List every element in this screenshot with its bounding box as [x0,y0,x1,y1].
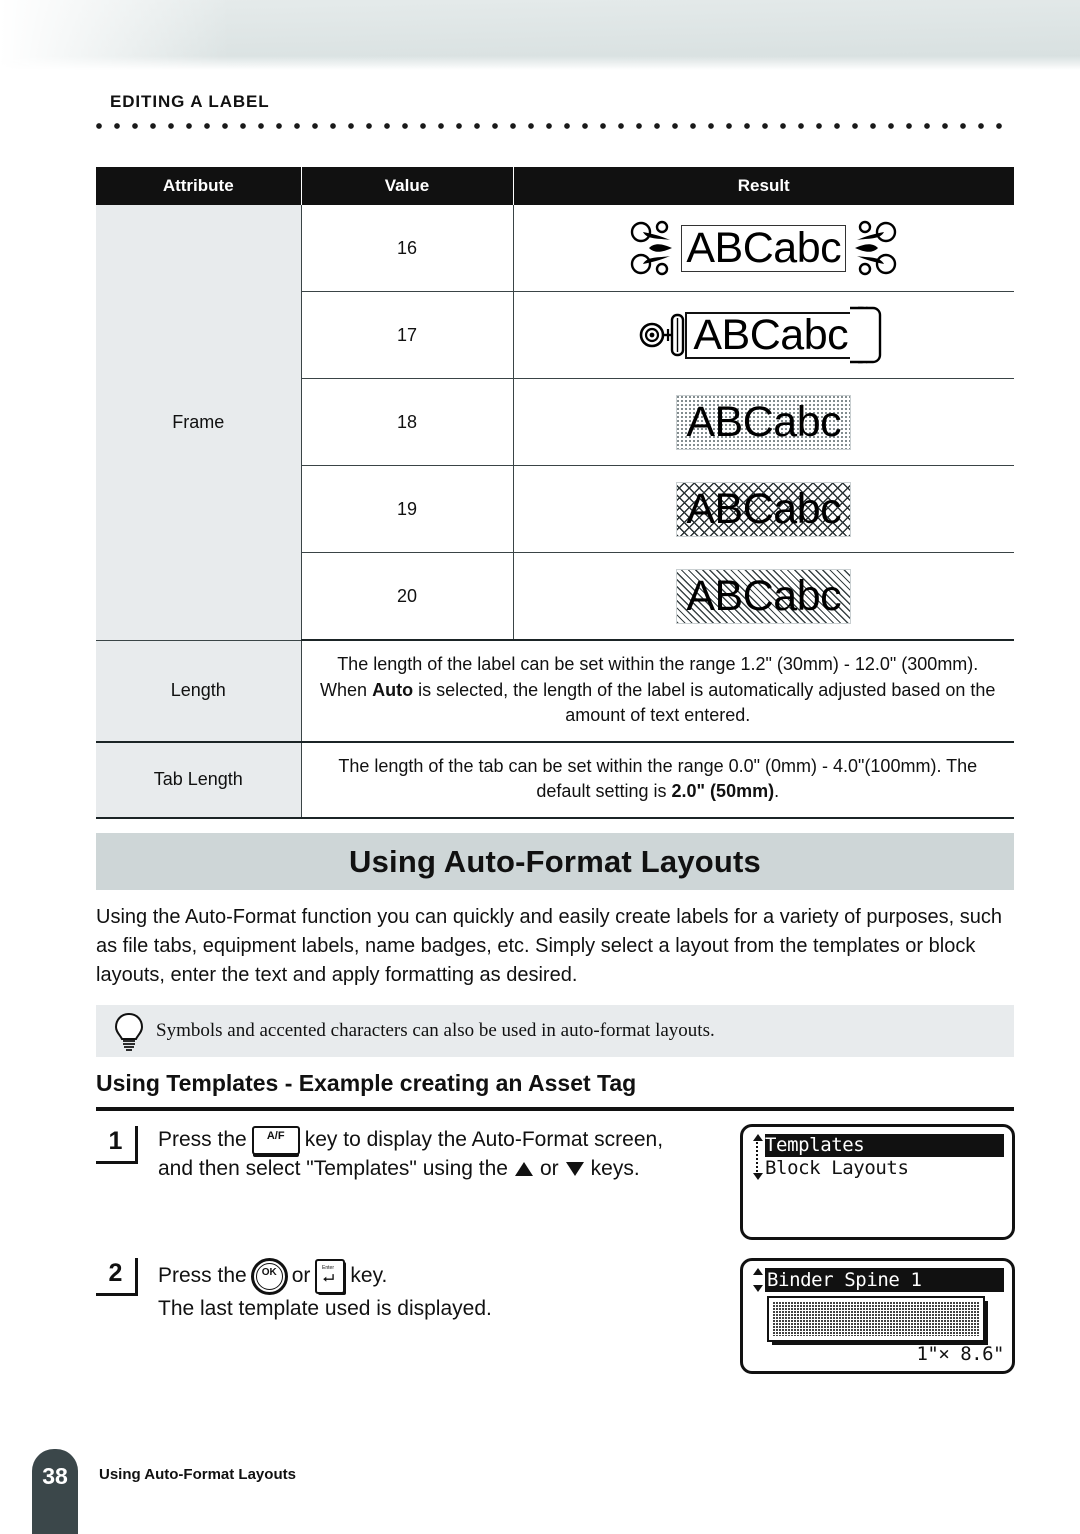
attribute-cell-frame: Frame [96,205,302,641]
template-title: Binder Spine 1 [765,1268,1004,1292]
eyelet-icon [640,313,685,357]
value-cell: 19 [301,465,514,553]
ornament-left-icon [631,220,673,276]
scroll-track [756,1142,760,1172]
step-2-text-after: key. [350,1264,388,1288]
tip-box: Symbols and accented characters can also… [96,1005,1014,1057]
sub-heading-rule [96,1107,1014,1111]
list-item[interactable]: Block Layouts [765,1157,1004,1180]
scroll-up-arrow-icon [753,1134,763,1141]
step-1-line2-before: and then select "Templates" using the [158,1157,508,1180]
page-stack-icon [850,306,882,364]
arrow-up-icon [514,1162,533,1177]
tip-text: Symbols and accented characters can also… [156,1020,715,1041]
frame-box-17: ABCabc [685,310,851,359]
step-1-line2-after: keys. [590,1157,640,1180]
attribute-table: Attribute Value Result Frame 16 ABCabc 1… [96,167,1014,819]
column-header-attribute: Attribute [96,167,302,205]
table-header-row: Attribute Value Result [96,167,1014,205]
preview-fill [773,1302,979,1336]
tab-desc-bold: 2.0" (50mm) [671,781,775,802]
result-cell: ABCabc [513,378,1014,466]
value-cell: 17 [301,291,514,379]
table-row: Frame 16 ABCabc [96,205,1014,641]
step-2-line2: The last template used is displayed. [158,1297,492,1320]
scroll-indicator [751,1268,765,1292]
ok-key-icon[interactable] [250,1258,288,1295]
attribute-cell-tab-length: Tab Length [96,741,302,819]
lcd-list: Templates Block Layouts [765,1134,1004,1180]
footer-chapter-label: Using Auto-Format Layouts [99,1466,296,1483]
section-intro: Using the Auto-Format function you can q… [96,906,1003,987]
frame-sample-19: ABCabc [676,481,852,537]
value-cell: 18 [301,378,514,466]
page-number: 38 [42,1463,68,1489]
value-cell: 20 [301,552,514,641]
step-1-text-before: Press the [158,1128,247,1152]
step-2-text-before: Press the [158,1264,247,1288]
page-header-banner [0,0,1080,70]
length-description: The length of the label can be set withi… [301,640,1014,743]
result-cell: ABCabc [513,291,1014,379]
frame-sample-20: ABCabc [676,568,852,624]
frame-sample-17: ABCabc [639,304,888,366]
step-1-text-after: key to display the Auto-Format screen, [304,1128,664,1152]
scroll-indicator [751,1134,765,1180]
arrow-down-icon [565,1162,584,1177]
sample-text: ABCabc [686,223,842,272]
list-item[interactable]: Templates [765,1134,1004,1157]
frame-box-16: ABCabc [681,223,847,272]
lcd-1-content: Templates Block Layouts [751,1134,1004,1180]
step-1-line2-mid: or [539,1157,559,1180]
sample-text: ABCabc [686,571,842,620]
running-head: EDITING A LABEL [110,92,270,111]
value-cell: 16 [301,205,514,292]
table-row: Tab Length The length of the tab can be … [96,741,1014,819]
column-header-result: Result [513,167,1014,205]
scroll-up-arrow-icon [753,1268,763,1275]
header-fade-bottom [0,56,1080,70]
lcd-2-title-row: Binder Spine 1 [751,1268,1004,1292]
step-number-1: 1 [96,1126,138,1164]
page-number-tab: 38 [32,1449,78,1534]
lcd-screen-2: Binder Spine 1 1"× 8.6" [740,1258,1015,1374]
tab-desc-part2: . [774,781,780,802]
step-number-2: 2 [96,1258,138,1296]
table-row: Length The length of the label can be se… [96,640,1014,743]
ornament-right-icon [855,220,897,276]
result-cell: ABCabc [513,552,1014,641]
svg-text:Enter: Enter [322,1265,334,1271]
scroll-down-arrow-icon [753,1173,763,1180]
section-title: Using Auto-Format Layouts [348,843,761,879]
lightbulb-icon [114,1012,144,1051]
attribute-cell-length: Length [96,640,302,743]
dotted-rule [96,123,1014,133]
length-desc-part2: is selected, the length of the label is … [413,679,996,726]
section-banner: Using Auto-Format Layouts [96,833,1014,890]
frame-sample-16: ABCabc [629,218,898,278]
label-preview [767,1296,985,1342]
sub-heading: Using Templates - Example creating an As… [96,1070,637,1096]
scroll-down-arrow-icon [753,1285,763,1292]
label-dimensions: 1"× 8.6" [916,1343,1004,1365]
sample-text: ABCabc [693,310,849,359]
length-desc-bold: Auto [372,679,414,700]
lcd-screen-1: Templates Block Layouts [740,1124,1015,1240]
frame-sample-18: ABCabc [676,394,852,450]
af-key-icon[interactable]: A/F [251,1126,300,1155]
tab-desc-part1: The length of the tab can be set within … [338,755,978,802]
step-2-text-mid: or [291,1264,311,1288]
sample-text: ABCabc [686,484,842,533]
column-header-value: Value [301,167,514,205]
sample-text: ABCabc [686,397,842,446]
result-cell: ABCabc [513,465,1014,553]
result-cell: ABCabc [513,205,1014,292]
tab-length-description: The length of the tab can be set within … [301,741,1014,819]
enter-key-icon[interactable]: Enter [315,1259,346,1294]
